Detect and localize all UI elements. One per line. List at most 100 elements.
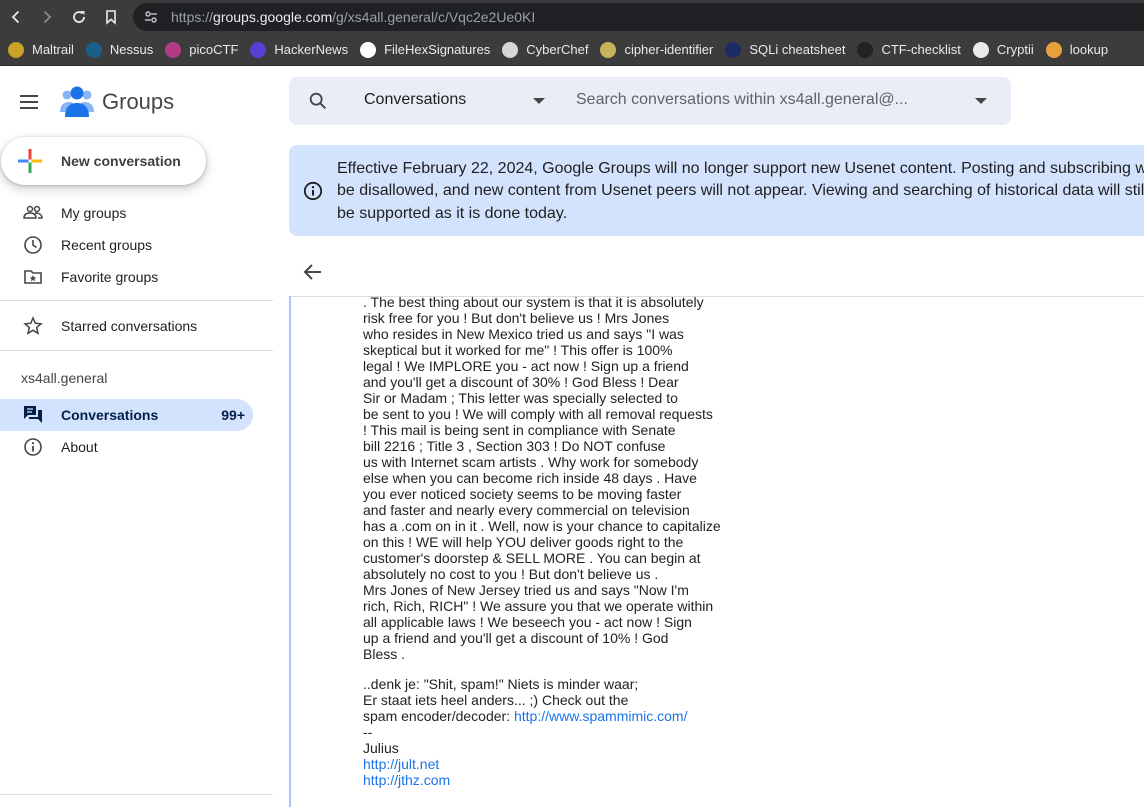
bookmark-item[interactable]: SQLi cheatsheet [723, 36, 853, 64]
message-line: risk free for you ! But don't believe us… [363, 310, 670, 326]
banner-text: Effective February 22, 2024, Google Grou… [337, 160, 1144, 222]
app-title[interactable]: Groups [102, 89, 174, 115]
sidebar-divider [0, 300, 273, 301]
bookmark-item[interactable]: FileHexSignatures [358, 36, 498, 64]
sidebar-item-label: Favorite groups [61, 269, 159, 285]
message-line: all applicable laws ! We beseech you - a… [363, 614, 692, 630]
bookmark-item[interactable]: cipher-identifier [598, 36, 721, 64]
unread-count-badge: 99+ [221, 407, 245, 423]
message-focus-border [289, 296, 291, 807]
hackernews-icon [250, 41, 267, 58]
address-bar[interactable]: https://groups.google.com/g/xs4all.gener… [133, 3, 1144, 31]
sqli-icon [725, 41, 742, 58]
plus-icon [18, 149, 42, 173]
sidebar-item-label: Conversations [61, 407, 159, 423]
bookmark-item[interactable]: Nessus [84, 36, 161, 64]
sidebar-item-recent-groups[interactable]: Recent groups [0, 229, 253, 261]
sidebar-item-starred-conversations[interactable]: Starred conversations [0, 310, 253, 342]
bookmark-item[interactable]: CTF-checklist [855, 36, 968, 64]
bookmark-label: Cryptii [996, 42, 1034, 57]
picoctf-icon [165, 41, 182, 58]
bookmark-label: picoCTF [189, 42, 239, 57]
search-input[interactable]: Search conversations within xs4all.gener… [576, 91, 936, 109]
sidebar-item-label: Starred conversations [61, 318, 198, 334]
bookmark-item[interactable]: lookup [1044, 36, 1116, 64]
sidebar-item-my-groups[interactable]: My groups [0, 197, 253, 229]
sidebar-item-about[interactable]: About [0, 431, 253, 463]
info-icon [23, 437, 43, 457]
bookmark-item[interactable]: Cryptii [971, 36, 1042, 64]
groups-logo-icon[interactable] [60, 85, 94, 117]
message-line: ! This mail is being sent in compliance … [363, 422, 676, 438]
bookmark-page-icon[interactable] [96, 2, 126, 32]
cipher-icon [600, 41, 617, 58]
bookmark-label: cipher-identifier [624, 42, 714, 57]
github-icon [857, 41, 874, 58]
bookmark-label: CyberChef [526, 42, 589, 57]
site-info-icon[interactable] [133, 9, 169, 25]
maltrail-icon [8, 41, 24, 58]
w-icon [360, 41, 377, 58]
group-name: xs4all.general [21, 370, 108, 386]
message-line: up a friend and you'll get a discount of… [363, 630, 669, 646]
bookmark-item[interactable]: picoCTF [163, 36, 246, 64]
message-line: customer's doorstep & SELL MORE . You ca… [363, 550, 701, 566]
bookmark-item[interactable]: HackerNews [248, 36, 356, 64]
bookmark-label: FileHexSignatures [384, 42, 491, 57]
bookmark-item[interactable]: Maltrail [6, 36, 82, 64]
bookmark-label: CTF-checklist [881, 42, 961, 57]
sidebar-divider [0, 794, 273, 795]
info-icon [303, 181, 323, 201]
new-conversation-button[interactable]: New conversation [1, 137, 206, 185]
search-bar: Conversations Search conversations withi… [289, 77, 1011, 125]
people-icon [23, 203, 43, 223]
signature-line: Er staat iets heel anders... ;) Check ou… [363, 692, 629, 708]
reload-icon[interactable] [64, 2, 94, 32]
message-line: absolutely no cost to you ! But don't be… [363, 566, 659, 582]
bookmark-item[interactable]: CyberChef [500, 36, 596, 64]
message-line: else when you can become rich inside 48 … [363, 470, 697, 486]
bookmarks-bar: Maltrail Nessus picoCTF HackerNews FileHexSi… [0, 34, 1144, 66]
sidebar-item-favorite-groups[interactable]: Favorite groups [0, 261, 253, 293]
message-line: skeptical but it worked for me" ! This o… [363, 342, 673, 358]
message-line: Mrs Jones of New Jersey tried us and say… [363, 582, 689, 598]
cryptii-icon [972, 41, 989, 58]
message-line: . The best thing about our system is tha… [363, 294, 704, 310]
spammimic-link[interactable]: http://www.spammimic.com/ [514, 708, 687, 724]
sidebar-item-label: My groups [61, 205, 127, 221]
search-icon[interactable] [307, 90, 329, 112]
message-line: be sent to you ! We will comply with all… [363, 406, 713, 422]
bookmark-label: Nessus [109, 42, 154, 57]
sidebar-item-conversations[interactable]: Conversations 99+ [0, 399, 253, 431]
signature-link-line: http://jult.net [363, 756, 783, 772]
message-line: bill 2216 ; Title 3 , Section 303 ! Do N… [363, 438, 666, 454]
message-body: . The best thing about our system is tha… [363, 294, 783, 807]
message-line: who resides in New Mexico tried us and s… [363, 326, 684, 342]
forward-nav-icon[interactable] [32, 2, 62, 32]
bookmark-label: lookup [1069, 42, 1109, 57]
jthz-link[interactable]: http://jthz.com [363, 772, 450, 788]
search-scope-select[interactable]: Conversations [364, 91, 466, 109]
new-conversation-label: New conversation [61, 153, 181, 169]
usenet-notice-banner: Effective February 22, 2024, Google Grou… [289, 145, 1144, 236]
message-line: Bless . [363, 646, 406, 662]
scope-dropdown-icon[interactable] [533, 98, 545, 104]
browser-toolbar: https://groups.google.com/g/xs4all.gener… [0, 0, 1144, 34]
cyberchef-icon [502, 41, 519, 58]
message-line: and you'll get a discount of 30% ! God B… [363, 374, 679, 390]
sidebar-divider [0, 350, 273, 351]
back-nav-icon[interactable] [1, 2, 31, 32]
signature-name: Julius [363, 740, 399, 756]
message-line: rich, Rich, RICH" ! We assure you that w… [363, 598, 714, 614]
signature-line: ..denk je: "Shit, spam!" Niets is minder… [363, 676, 639, 692]
forum-icon [23, 405, 43, 425]
sidebar-item-label: Recent groups [61, 237, 153, 253]
jult-link[interactable]: http://jult.net [363, 756, 439, 772]
main-menu-icon[interactable] [17, 90, 41, 114]
back-arrow-icon[interactable] [302, 261, 324, 283]
bookmark-label: HackerNews [274, 42, 349, 57]
signature-line: spam encoder/decoder: http://www.spammim… [363, 708, 688, 724]
search-options-icon[interactable] [975, 98, 987, 104]
signature-link-line: http://jthz.com [363, 772, 783, 788]
bookmark-label: Maltrail [32, 42, 74, 57]
